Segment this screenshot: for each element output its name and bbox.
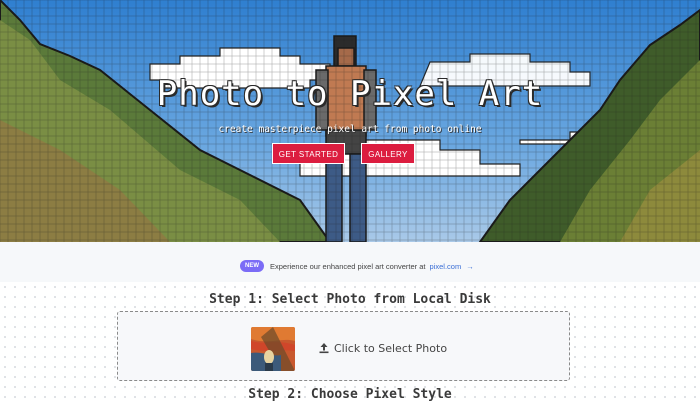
select-photo-label[interactable]: Click to Select Photo	[318, 340, 447, 356]
arrow-right-icon[interactable]: →	[466, 262, 474, 271]
announcement-text: Experience our enhanced pixel art conver…	[270, 261, 426, 271]
hero-background-image	[0, 0, 700, 242]
hero-title: Photo to Pixel Art	[156, 74, 544, 114]
photo-dropzone[interactable]: Click to Select Photo	[117, 311, 570, 381]
steps-section: Step 1: Select Photo from Local Disk Cli…	[0, 282, 700, 402]
get-started-button[interactable]: GET STARTED	[272, 143, 345, 164]
announcement-bar: NEW Experience our enhanced pixel art co…	[0, 242, 700, 283]
gallery-button[interactable]: GALLERY	[361, 143, 415, 164]
sample-photo-thumbnail	[251, 327, 295, 371]
announcement-content: NEW Experience our enhanced pixel art co…	[240, 259, 474, 273]
new-badge: NEW	[240, 260, 264, 272]
step1-title: Step 1: Select Photo from Local Disk	[209, 292, 491, 307]
select-photo-text: Click to Select Photo	[334, 341, 448, 355]
upload-icon	[319, 343, 329, 354]
hero-banner: Photo to Pixel Art create masterpiece pi…	[0, 0, 700, 242]
hero-subtitle: create masterpiece pixel art from photo …	[218, 124, 482, 135]
pixel-link[interactable]: pixel.com	[430, 262, 462, 271]
